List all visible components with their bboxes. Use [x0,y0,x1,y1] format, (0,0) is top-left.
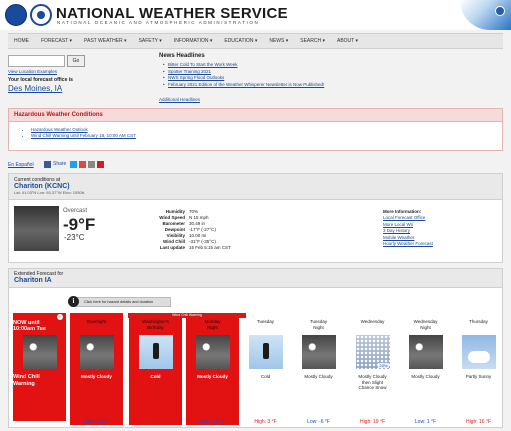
location-search-input[interactable] [8,55,65,67]
period-name: Tuesday Night [309,319,328,330]
mostly-cloudy-icon [195,335,230,369]
site-banner: NATIONAL WEATHER SERVICE NATIONAL OCEANI… [0,0,511,30]
hazardous-conditions-panel: Hazardous Weather Conditions Hazardous W… [8,108,503,151]
current-details-table: Humidity 70% Wind Speed N 15 mph Barometer 30… [139,209,231,251]
nav-item[interactable]: SAFETY ▾ [133,34,168,48]
forecast-periods: ! NOW until 10:00am Tue Wind Chill Warni… [9,313,504,429]
forecast-period[interactable]: Monday Night Mostly Cloudy Low: -15 °F [186,313,239,425]
wind-chill-warning-band[interactable]: Wind Chill Warning [128,313,246,318]
noaa-emblem-icon[interactable] [495,6,505,16]
extended-forecast-panel: Extended Forecast for Chariton IA Click … [8,268,503,428]
forecast-period[interactable]: Wednesday Night Mostly Cloudy Low: 1 °F [399,313,452,425]
current-temp-c: -23°C [64,233,85,242]
forecast-period[interactable]: Tuesday Cold High: 3 °F [239,313,292,425]
google-plus-icon[interactable] [79,161,87,168]
period-name: Tuesday [256,319,275,324]
info-icon[interactable]: i [68,296,79,307]
period-name: Wednesday [360,319,385,324]
period-temperature: Low: -12 °F [83,419,110,425]
cold-icon [138,335,173,369]
more-information: More Information: Local Forecast Office … [383,209,433,248]
detail-key: Last update [159,245,185,250]
period-temperature: Low: 1 °F [414,419,437,425]
additional-headlines-link[interactable]: Additional Headlines [159,97,200,102]
nav-item[interactable]: INFORMATION ▾ [168,34,219,48]
hazardous-title: Hazardous Weather Conditions [9,109,502,122]
nav-item[interactable]: ABOUT ▾ [331,34,364,48]
period-temperature: Low: -15 °F [199,419,226,425]
news-item[interactable]: February 2021 Edition of the Weather Whi… [163,82,324,89]
nav-item[interactable]: SEARCH ▾ [294,34,331,48]
period-description: Mostly Cloudy [81,374,112,379]
nws-logo[interactable] [30,4,52,26]
nav-item[interactable]: PAST WEATHER ▾ [78,34,133,48]
period-description: Cold [150,374,161,379]
facebook-icon[interactable] [44,161,51,168]
period-name: Overnight [86,319,107,324]
email-icon[interactable] [88,161,96,168]
detail-value: 15 Feb 5:15 am CST [189,245,231,250]
news-headlines-title: News Headlines [159,53,205,59]
chance-snow-icon: 20% [355,335,390,369]
main-nav: HOME FORECAST ▾ PAST WEATHER ▾ SAFETY ▾ INFO… [8,33,503,49]
pinterest-icon[interactable] [97,161,105,168]
period-description: Partly Sunny [465,374,492,379]
cold-icon [248,335,283,369]
hazard-link[interactable]: Wind Chill Warning until February 18, 10… [31,133,502,139]
now-warning-card[interactable]: ! NOW until 10:00am Tue Wind Chill Warni… [13,313,66,421]
period-temperature: High: 19 °F [359,419,386,425]
nav-item[interactable]: HOME [8,34,35,48]
more-info-link[interactable]: Hourly Weather Forecast [383,241,433,248]
overcast-icon [14,206,59,251]
partly-sunny-icon [461,335,496,369]
header-wave-graphic [460,0,511,30]
espanol-link[interactable]: En Español [8,162,34,168]
mostly-cloudy-icon [22,335,57,369]
period-description: Mostly Cloudy [304,374,333,379]
local-office-link[interactable]: Des Moines, IA [8,84,62,93]
share-bar: Share [44,161,105,168]
mostly-cloudy-icon [301,335,336,369]
hazard-details-bar[interactable]: Click here for hazard details and durati… [71,297,171,307]
news-list: Bitter Cold To Start the Work Week Spott… [163,62,324,89]
period-temperature: Low: -6 °F [307,419,330,425]
forecast-period[interactable]: Overnight Mostly Cloudy Low: -12 °F [70,313,123,425]
mostly-cloudy-icon [79,335,114,369]
local-office-label: Your local forecast office is [8,77,73,83]
station-name: Chariton (KCNC) [14,183,70,190]
go-button[interactable]: Go [67,55,85,67]
period-temperature: High: -2 °F [143,419,168,425]
forecast-period[interactable]: Tuesday Night Mostly Cloudy Low: -6 °F [292,313,345,425]
now-warning-text: Wind Chill Warning [13,374,40,387]
share-label[interactable]: Share [53,161,66,168]
period-temperature: High: 16 °F [465,419,492,425]
forecast-period[interactable]: Washington's Birthday Cold High: -2 °F [129,313,182,425]
station-latlon: Lat: 41.03°N Lon: 93.37°W Elev: 1050ft. [14,190,86,195]
current-temp-f: -9°F [63,215,96,234]
detail-row: Last update 15 Feb 5:15 am CST [139,245,231,251]
current-summary: Overcast [63,208,88,214]
period-name: Wednesday Night [413,319,438,330]
view-location-examples-link[interactable]: View Location Examples [8,69,57,74]
forecast-location: Chariton IA [14,277,52,284]
forecast-period[interactable]: Thursday Partly Sunny High: 16 °F [452,313,505,425]
period-description: Cold [260,374,271,379]
nav-item[interactable]: EDUCATION ▾ [218,34,263,48]
site-subtitle: NATIONAL OCEANIC AND ATMOSPHERIC ADMINIS… [57,20,260,25]
alert-badge-icon: ! [57,314,63,320]
noaa-logo[interactable] [5,4,27,26]
mostly-cloudy-icon [408,335,443,369]
period-description: Mostly Cloudy then Slight Chance Snow [358,374,387,390]
twitter-icon[interactable] [70,161,78,168]
period-description: Mostly Cloudy [411,374,440,379]
nav-item[interactable]: NEWS ▾ [263,34,294,48]
forecast-period[interactable]: Wednesday 20% Mostly Cloudy then Slight Ch… [346,313,399,425]
period-name: Thursday [469,319,488,324]
period-description: Mostly Cloudy [197,374,228,379]
precip-chance: 20% [378,363,389,368]
current-conditions-panel: Current conditions at Chariton (KCNC) La… [8,173,503,263]
nav-item[interactable]: FORECAST ▾ [35,34,78,48]
period-temperature: High: 3 °F [254,419,277,425]
